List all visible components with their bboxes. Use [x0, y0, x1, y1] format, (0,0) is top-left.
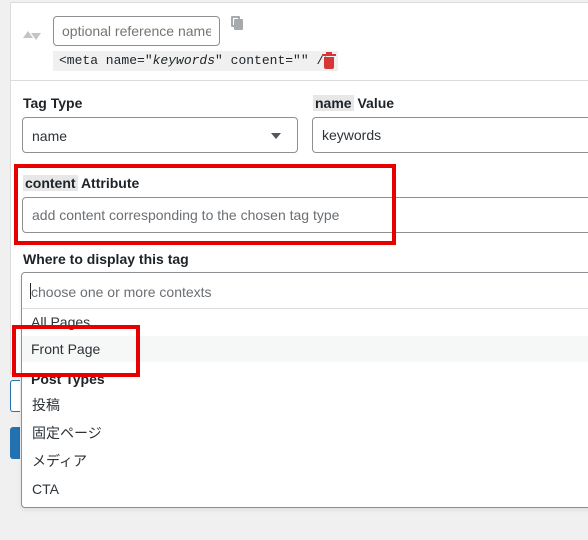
name-value-input[interactable] — [312, 117, 588, 153]
option-post-type[interactable]: メディア — [22, 448, 588, 474]
group-label-post-types: Post Types — [31, 371, 105, 387]
hidden-button-edge — [10, 427, 20, 459]
context-search-input[interactable]: choose one or more contexts — [22, 273, 588, 309]
hidden-select-edge — [10, 380, 20, 412]
sort-arrows-icon[interactable] — [23, 29, 43, 43]
meta-tag-header: <meta name="keywords" content="" /> — [11, 3, 588, 81]
name-value-label: name Value — [313, 95, 395, 111]
tag-type-label: Tag Type — [23, 95, 83, 111]
copy-icon[interactable] — [230, 16, 244, 32]
tag-type-select[interactable]: name — [22, 117, 298, 153]
context-search-placeholder: choose one or more contexts — [31, 284, 212, 300]
option-post-type[interactable]: 投稿 — [22, 392, 588, 418]
display-context-label: Where to display this tag — [23, 251, 189, 267]
reference-name-input[interactable] — [53, 16, 220, 46]
option-front-page[interactable]: Front Page — [22, 336, 588, 362]
option-all-pages[interactable]: All Pages — [22, 309, 588, 335]
option-post-type[interactable]: 固定ページ — [22, 420, 588, 446]
content-attribute-label: content Attribute — [23, 175, 140, 191]
delete-icon[interactable] — [322, 52, 336, 69]
option-post-type[interactable]: CTA — [22, 476, 588, 502]
tag-type-selected: name — [32, 128, 68, 144]
chevron-down-icon — [271, 133, 281, 139]
meta-code-preview: <meta name="keywords" content="" /> — [53, 51, 339, 71]
content-attribute-input[interactable] — [22, 197, 588, 233]
context-dropdown: choose one or more contexts All Pages Fr… — [21, 272, 588, 508]
